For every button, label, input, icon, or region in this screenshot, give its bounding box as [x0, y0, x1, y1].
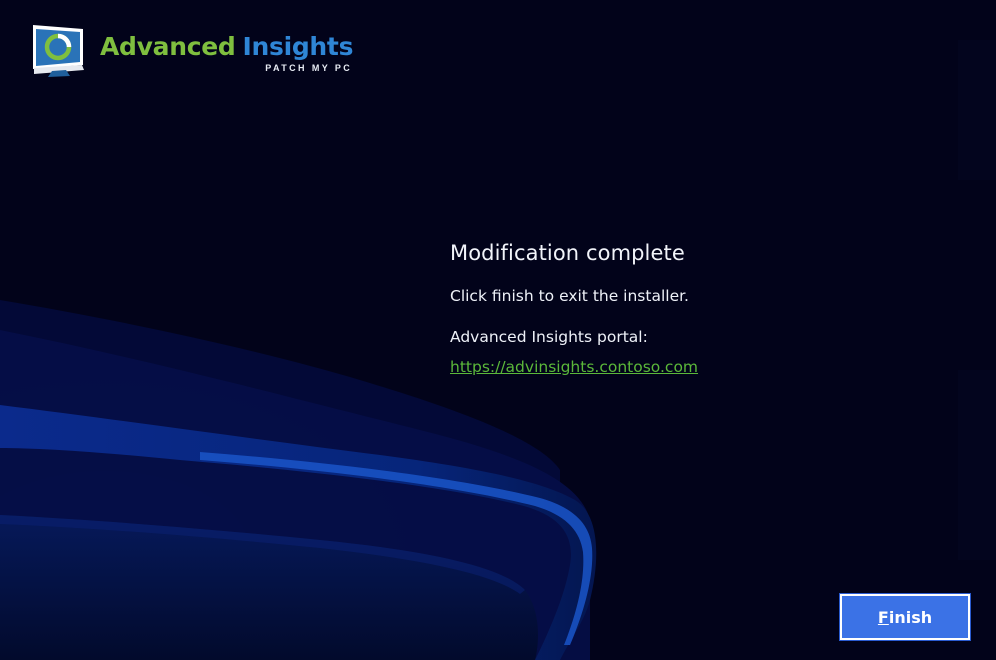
completion-heading: Modification complete [450, 241, 685, 265]
brand-name: Advanced Insights [100, 33, 353, 61]
installer-window: Advanced Insights PATCH MY PC Modificatio… [0, 0, 996, 660]
completion-panel: Modification complete Click finish to ex… [450, 238, 930, 377]
brand-primary: Advanced [100, 32, 236, 61]
finish-button[interactable]: Finish [839, 593, 971, 641]
brand-subtitle: PATCH MY PC [265, 63, 353, 73]
completion-message: Click finish to exit the installer. [450, 287, 689, 305]
finish-label: inish [888, 607, 933, 627]
finish-mnemonic: F [877, 607, 889, 627]
portal-link[interactable]: https://advinsights.contoso.com [450, 357, 698, 377]
monitor-logo-icon [33, 25, 84, 77]
product-logo: Advanced Insights PATCH MY PC [30, 22, 353, 78]
brand-secondary: Insights [242, 32, 354, 61]
logo-text: Advanced Insights PATCH MY PC [100, 33, 353, 74]
portal-label: Advanced Insights portal: [450, 328, 648, 346]
